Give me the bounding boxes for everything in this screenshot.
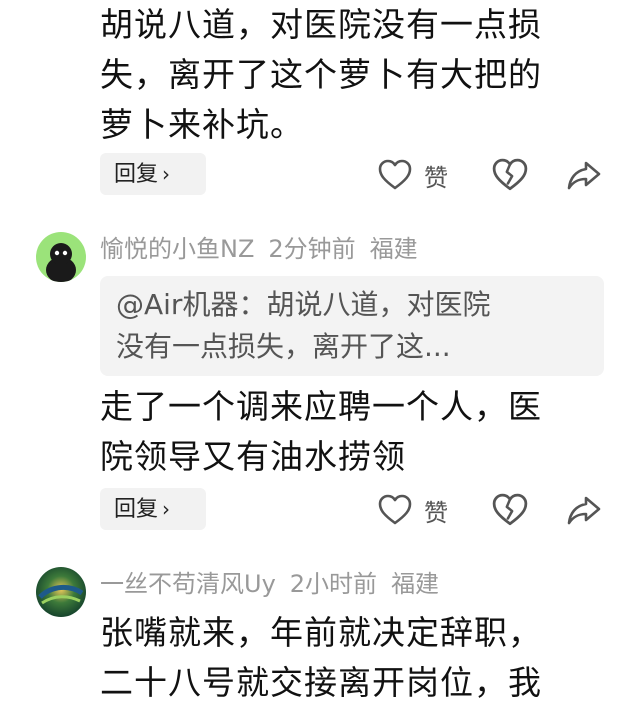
like-label: 赞 (424, 498, 448, 527)
like-button[interactable]: 赞 (378, 492, 448, 528)
timestamp: 2分钟前 (268, 235, 356, 263)
comment-actions: 回复 › 赞 (100, 488, 620, 530)
quoted-reply[interactable]: @Air机器：胡说八道，对医院 没有一点损失，离开了这... (100, 276, 604, 376)
reply-label: 回复 (114, 162, 159, 187)
username[interactable]: 愉悦的小鱼NZ (100, 235, 254, 263)
avatar-image (36, 232, 86, 282)
avatar[interactable] (36, 232, 86, 282)
comment-line: 萝卜来补坑。 (100, 105, 304, 144)
comment-line: 胡说八道，对医院没有一点损 (100, 5, 542, 44)
avatar-image (36, 567, 86, 617)
heart-outline-icon (378, 494, 412, 525)
quote-line: 没有一点损失，离开了这... (116, 330, 451, 363)
reply-button[interactable]: 回复 › (100, 153, 206, 195)
comment-line: 院领导又有油水捞领 (100, 437, 406, 476)
like-label: 赞 (424, 163, 448, 192)
reply-button[interactable]: 回复 › (100, 488, 206, 530)
reply-label: 回复 (114, 497, 159, 522)
comment-meta: 愉悦的小鱼NZ 2分钟前 福建 (100, 232, 432, 266)
chevron-right-icon: › (162, 162, 171, 186)
comment-text: 胡说八道，对医院没有一点损 失，离开了这个萝卜有大把的 萝卜来补坑。 (100, 0, 620, 150)
comment-text: 张嘴就来，年前就决定辞职， 二十八号就交接离开岗位，我 (100, 608, 620, 708)
comment-line: 走了一个调来应聘一个人，医 (100, 387, 542, 426)
quote-line: @Air机器：胡说八道，对医院 (116, 288, 491, 321)
location: 福建 (369, 235, 418, 263)
avatar[interactable] (36, 567, 86, 617)
comment-line: 二十八号就交接离开岗位，我 (100, 663, 542, 702)
comment-meta: 一丝不苟清风Uy 2小时前 福建 (100, 567, 453, 601)
comment-actions: 回复 › 赞 (100, 153, 620, 195)
broken-heart-icon[interactable] (492, 157, 528, 193)
comment-line: 张嘴就来，年前就决定辞职， (100, 613, 542, 652)
share-icon[interactable] (566, 492, 602, 528)
comment-line: 失，离开了这个萝卜有大把的 (100, 55, 542, 94)
comment-text: 走了一个调来应聘一个人，医 院领导又有油水捞领 (100, 382, 620, 482)
like-button[interactable]: 赞 (378, 157, 448, 193)
timestamp: 2小时前 (289, 570, 378, 598)
broken-heart-icon[interactable] (492, 492, 528, 528)
location: 福建 (391, 570, 440, 598)
share-icon[interactable] (566, 157, 602, 193)
chevron-right-icon: › (162, 497, 171, 521)
username[interactable]: 一丝不苟清风Uy (100, 570, 276, 598)
heart-outline-icon (378, 159, 412, 190)
